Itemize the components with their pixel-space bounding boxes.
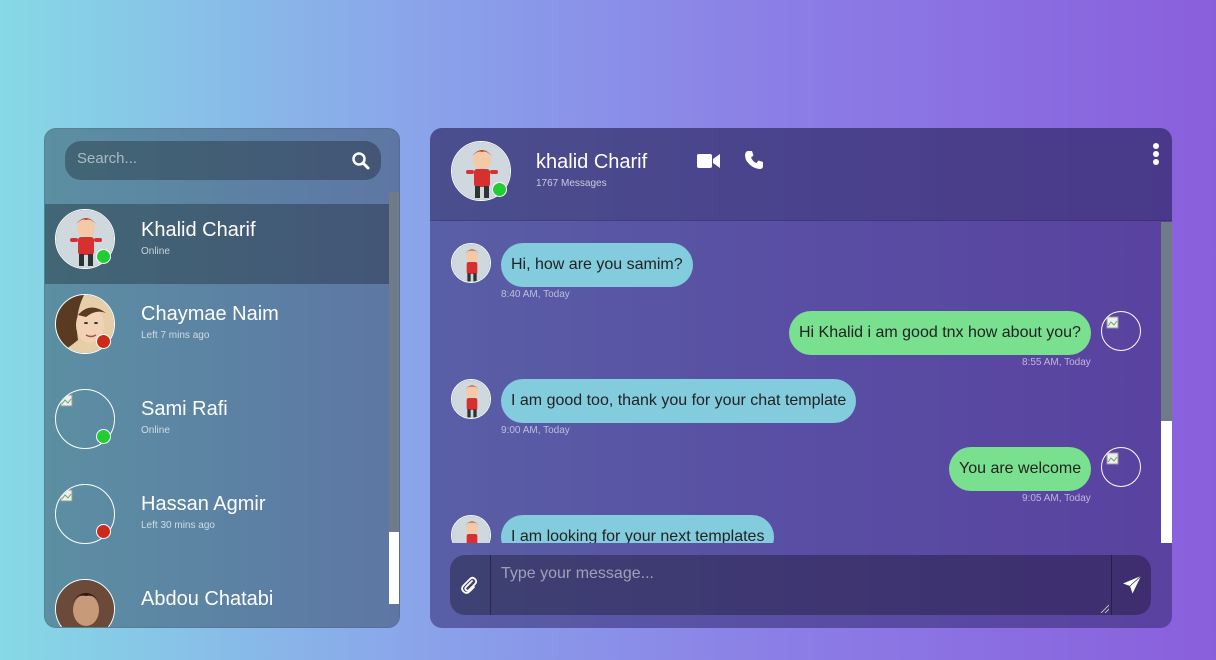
contact-item-hassan-agmir[interactable]: Hassan Agmir Left 30 mins ago xyxy=(45,477,389,572)
message-avatar xyxy=(1101,311,1141,351)
offline-status-dot xyxy=(96,334,111,349)
search-icon[interactable] xyxy=(351,151,371,171)
message-input[interactable]: Type your message... xyxy=(490,555,1112,615)
contact-name: Abdou Chatabi xyxy=(141,588,274,610)
search-bar: Search... xyxy=(65,141,381,180)
chat-contact-name: khalid Charif xyxy=(536,151,648,173)
message-bubble-incoming: I am good too, thank you for your chat t… xyxy=(501,379,857,423)
chat-panel: khalid Charif 1767 Messages Hi, how are … xyxy=(430,128,1172,628)
contact-status: Left 7 mins ago xyxy=(141,330,210,341)
cartoon-boy-avatar xyxy=(452,516,490,543)
contact-status: Left 30 mins ago xyxy=(141,520,215,531)
more-vertical-icon[interactable] xyxy=(1152,142,1160,166)
broken-image-icon xyxy=(60,489,73,502)
search-input[interactable]: Search... xyxy=(77,150,337,167)
chat-header: khalid Charif 1767 Messages xyxy=(430,128,1172,221)
message-bubble-outgoing: Hi Khalid i am good tnx how about you? xyxy=(789,311,1091,355)
message-time: 9:05 AM, Today xyxy=(1022,493,1091,504)
contact-item-chaymae-naim[interactable]: Chaymae Naim Left 7 mins ago xyxy=(45,287,389,382)
contact-name: Hassan Agmir xyxy=(141,493,266,515)
scrollbar-thumb[interactable] xyxy=(1161,222,1172,421)
message-composer: Type your message... xyxy=(450,555,1151,615)
cartoon-boy-avatar xyxy=(452,244,490,282)
send-icon[interactable] xyxy=(1122,575,1142,595)
message-bubble-incoming: I am looking for your next templates xyxy=(501,515,775,543)
messages-scrollbar[interactable] xyxy=(1161,222,1172,543)
contact-list: Khalid Charif Online Chaymae Naim Left 7… xyxy=(45,192,389,627)
contact-status: Online xyxy=(141,425,170,436)
message-bubble-outgoing: You are welcome xyxy=(949,447,1092,491)
contacts-scrollbar[interactable] xyxy=(389,192,399,604)
offline-status-dot xyxy=(96,524,111,539)
man-photo-avatar xyxy=(56,580,114,627)
broken-image-icon xyxy=(60,394,73,407)
online-status-dot xyxy=(492,182,507,197)
paperclip-icon[interactable] xyxy=(460,576,478,594)
online-status-dot xyxy=(96,429,111,444)
message-time: 8:55 AM, Today xyxy=(1022,357,1091,368)
online-status-dot xyxy=(96,249,111,264)
contact-name: Sami Rafi xyxy=(141,398,228,420)
message-list: Hi, how are you samim? 8:40 AM, Today Hi… xyxy=(430,222,1161,543)
contact-name: Chaymae Naim xyxy=(141,303,279,325)
cartoon-boy-avatar xyxy=(452,380,490,418)
message-time: 8:40 AM, Today xyxy=(501,289,570,300)
contact-item-khalid-charif[interactable]: Khalid Charif Online xyxy=(45,204,389,284)
message-avatar xyxy=(451,243,491,283)
contact-name: Khalid Charif xyxy=(141,219,256,241)
scrollbar-thumb[interactable] xyxy=(389,192,399,532)
broken-image-icon xyxy=(1106,452,1119,465)
message-avatar xyxy=(451,515,491,543)
message-avatar xyxy=(1101,447,1141,487)
contacts-panel: Search... Khalid Charif Online Chaymae N… xyxy=(44,128,400,628)
resize-grip-icon[interactable] xyxy=(1099,603,1109,613)
message-avatar xyxy=(451,379,491,419)
video-camera-icon[interactable] xyxy=(697,152,721,170)
message-time: 9:00 AM, Today xyxy=(501,425,570,436)
message-count: 1767 Messages xyxy=(536,178,607,189)
contact-item-abdou-chatabi[interactable]: Abdou Chatabi xyxy=(45,572,389,627)
message-bubble-incoming: Hi, how are you samim? xyxy=(501,243,693,287)
phone-icon[interactable] xyxy=(744,150,764,170)
contact-status: Online xyxy=(141,246,170,257)
contact-item-sami-rafi[interactable]: Sami Rafi Online xyxy=(45,382,389,477)
broken-image-icon xyxy=(1106,316,1119,329)
avatar xyxy=(55,579,115,627)
